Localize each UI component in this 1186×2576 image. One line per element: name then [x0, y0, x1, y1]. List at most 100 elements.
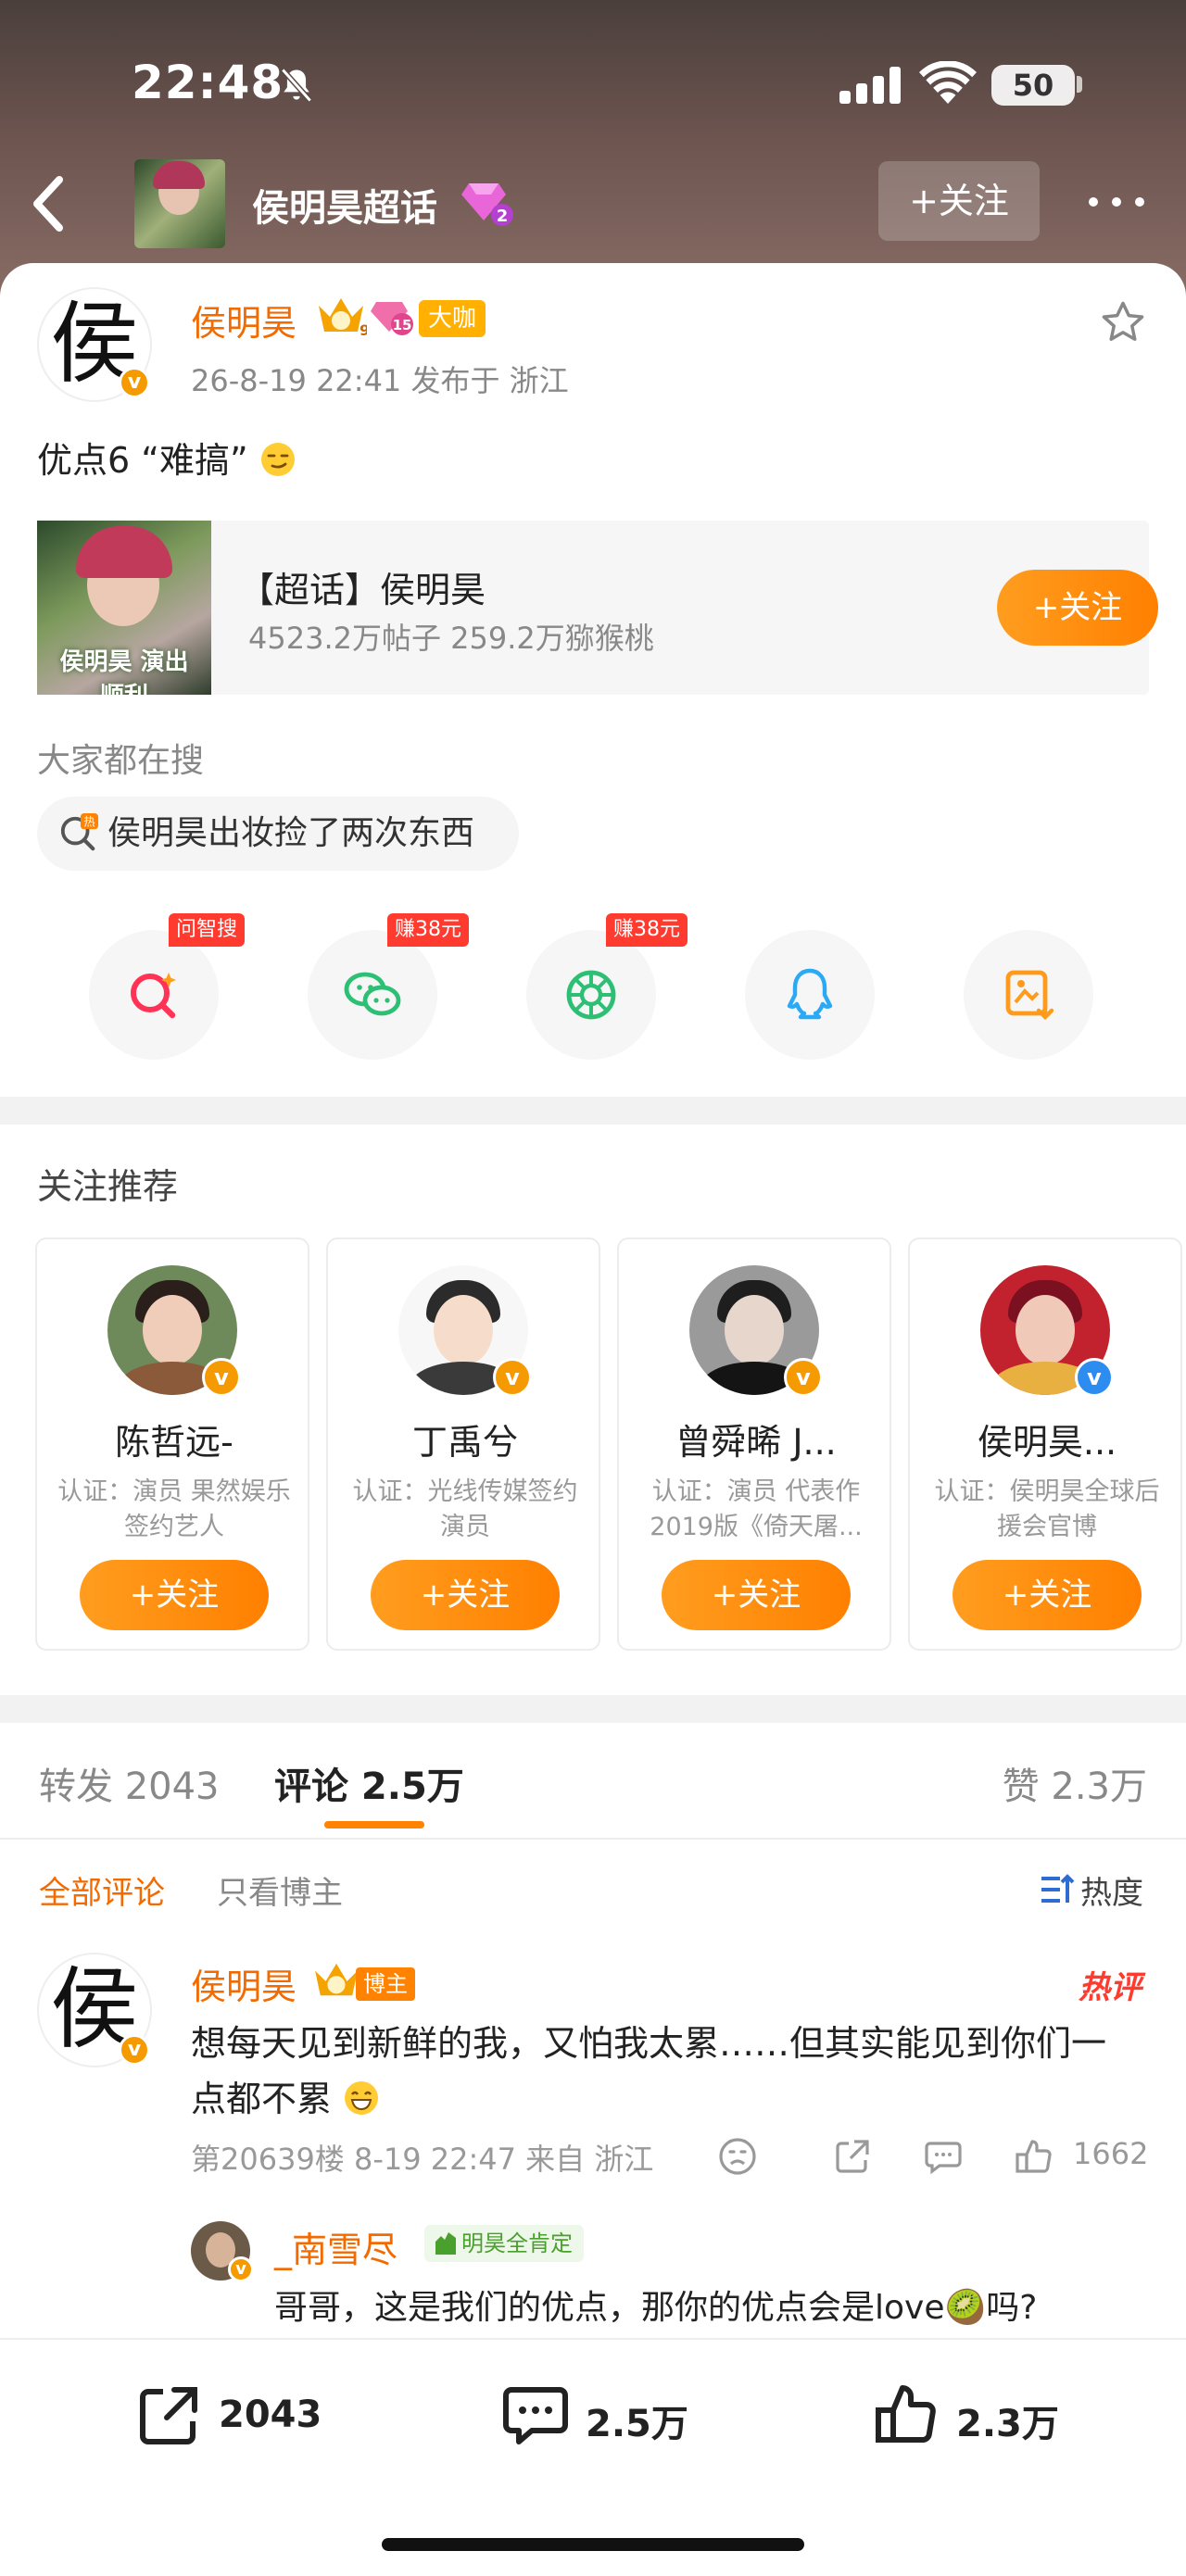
share-qq-button[interactable]: [745, 930, 875, 1060]
reply-fan-tag: 明昊全肯定: [424, 2225, 584, 2262]
section-separator: [0, 1097, 1186, 1125]
author-name[interactable]: 侯明昊: [191, 295, 296, 346]
reply-fan-tag-text: 明昊全肯定: [461, 2230, 573, 2256]
crown-fan-badge-icon: 9: [319, 298, 367, 337]
share-row: 问智搜 赚38元 赚38元: [0, 913, 1186, 1069]
comment-meta: 第20639楼 8-19 22:47 来自 浙江: [191, 2142, 654, 2177]
verified-badge: v: [1075, 1358, 1114, 1397]
filter-author-only[interactable]: 只看博主: [217, 1867, 343, 1913]
tab-divider: [0, 1838, 1186, 1840]
dislike-face-icon[interactable]: [717, 2136, 758, 2177]
supertopic-stats: 4523.2万帖子 259.2万猕猴桃: [248, 621, 654, 656]
svg-text:热: 热: [83, 814, 95, 828]
nav-bar: 侯明昊超话 2 +关注: [0, 157, 1186, 250]
page-title[interactable]: 侯明昊超话: [252, 178, 437, 232]
recommend-follow-button[interactable]: +关注: [953, 1560, 1142, 1630]
comment-count: 2.5万: [586, 2403, 688, 2445]
ai-search-button[interactable]: [89, 930, 219, 1060]
avatar-face: [1016, 1295, 1075, 1365]
hot-comment-tag: 热评: [1079, 1969, 1142, 2006]
fan-tag-icon: [435, 2232, 456, 2255]
more-options-icon[interactable]: [1084, 183, 1149, 220]
recommend-card[interactable]: v 陈哲远- 认证：演员 果然娱乐签约艺人 +关注: [35, 1238, 309, 1651]
home-indicator: [382, 2538, 804, 2551]
thumb-caption: 侯明昊 演出顺利: [59, 648, 189, 695]
level-diamond-icon: 15: [371, 302, 413, 335]
back-arrow-icon[interactable]: [30, 174, 67, 233]
hot-search-icon: 热: [60, 813, 98, 851]
ai-search-tag: 问智搜: [169, 913, 246, 947]
hot-search-label: 大家都在搜: [37, 742, 205, 780]
tab-comment[interactable]: 评论 2.5万: [274, 1756, 464, 1810]
tab-repost[interactable]: 转发 2043: [39, 1756, 220, 1810]
recommend-title: 关注推荐: [37, 1166, 179, 1207]
save-image-button[interactable]: [964, 930, 1093, 1060]
level-text: 15: [393, 317, 412, 333]
recommend-card[interactable]: v 丁禹兮 认证：光线传媒签约演员 +关注: [326, 1238, 600, 1651]
verified-badge: v: [784, 1358, 823, 1397]
like-icon: [876, 2385, 936, 2443]
recommend-follow-button[interactable]: +关注: [80, 1560, 269, 1630]
thumb-hair: [153, 161, 205, 189]
comment-text-content: 想每天见到新鲜的我，又怕我太累……但其实能见到你们一点都不累: [191, 2023, 1107, 2119]
comment-icon: [503, 2387, 568, 2444]
recommend-name: 丁禹兮: [411, 1422, 518, 1463]
recommend-card[interactable]: v 侯明昊... 认证：侯明昊全球后援会官博 +关注: [908, 1238, 1182, 1651]
post-text: 优点6 “难搞”: [37, 432, 296, 483]
status-bar: 22:48 50: [0, 0, 1186, 167]
recommend-follow-button[interactable]: +关注: [371, 1560, 560, 1630]
repost-comment-icon[interactable]: [832, 2136, 873, 2177]
thumb-hair: [76, 526, 172, 578]
favorite-star-icon[interactable]: [1099, 298, 1147, 346]
wechat-reward-tag: 赚38元: [387, 913, 469, 947]
recommend-card[interactable]: v 曾舜晞 J... 认证：演员 代表作2019版《倚天屠... +关注: [617, 1238, 891, 1651]
svg-text:2: 2: [497, 207, 509, 226]
avatar-face: [434, 1295, 493, 1365]
qq-icon: [787, 968, 833, 1020]
reply-text: 哥哥，这是我们的优点，那你的优点会是love🥝吗?: [274, 2289, 1038, 2327]
follow-topic-button[interactable]: +关注: [878, 161, 1040, 241]
recommend-name: 曾舜晞 J...: [675, 1422, 837, 1463]
hot-search-text: 侯明昊出妆捡了两次东西: [107, 814, 475, 852]
verified-badge: v: [493, 1358, 532, 1397]
bell-muted-icon: [281, 68, 312, 103]
sort-icon[interactable]: [1038, 1871, 1075, 1908]
recommend-name: 侯明昊...: [977, 1422, 1117, 1463]
supertopic-card[interactable]: 侯明昊 演出顺利 【超话】侯明昊 4523.2万帖子 259.2万猕猴桃 +关注: [37, 521, 1158, 695]
reply-comment-icon[interactable]: [923, 2136, 964, 2177]
save-image-icon: [1005, 970, 1054, 1021]
comment-text: 想每天见到新鲜的我，又怕我太累……但其实能见到你们一点都不累: [191, 2016, 1136, 2127]
supertopic-follow-button[interactable]: +关注: [997, 570, 1158, 646]
recommend-name: 陈哲远-: [115, 1422, 233, 1463]
crown-fan-badge-icon: [315, 1963, 358, 1996]
comment-author-name[interactable]: 侯明昊: [191, 1958, 296, 2009]
avatar-face: [725, 1295, 784, 1365]
repost-count: 2043: [219, 2394, 322, 2436]
post-meta: 26-8-19 22:41 发布于 浙江: [191, 363, 569, 398]
reply-author-name[interactable]: _南雪尽: [274, 2221, 397, 2272]
filter-all-comments[interactable]: 全部评论: [39, 1867, 165, 1913]
smirk-emoji-icon: [260, 443, 295, 476]
big-star-badge: 大咖: [419, 300, 486, 337]
avatar-face: [143, 1295, 202, 1365]
moments-reward-tag: 赚38元: [606, 913, 688, 947]
share-wechat-button[interactable]: [308, 930, 437, 1060]
tab-like[interactable]: 赞 2.3万: [1003, 1756, 1147, 1810]
battery-tip: [1077, 76, 1082, 93]
recommend-desc: 认证：演员 果然娱乐签约艺人: [57, 1477, 291, 1541]
share-moments-button[interactable]: [526, 930, 656, 1060]
like-count: 2.3万: [956, 2403, 1059, 2445]
comment-like-count: 1662: [1073, 2136, 1149, 2171]
crown-level-text: 9: [360, 321, 367, 337]
post-text-content: 优点6 “难搞”: [37, 440, 248, 481]
ai-search-icon: [131, 973, 176, 1019]
status-time: 22:48: [132, 56, 284, 109]
hot-search-chip[interactable]: 热 侯明昊出妆捡了两次东西: [37, 797, 519, 871]
supertopic-title: 【超话】侯明昊: [239, 570, 486, 610]
like-comment-icon[interactable]: [1014, 2136, 1054, 2177]
sort-label[interactable]: 热度: [1080, 1867, 1143, 1913]
topic-thumbnail[interactable]: [134, 159, 225, 248]
recommend-follow-button[interactable]: +关注: [662, 1560, 851, 1630]
verified-badge: v: [228, 2256, 254, 2282]
moments-icon: [566, 970, 616, 1020]
